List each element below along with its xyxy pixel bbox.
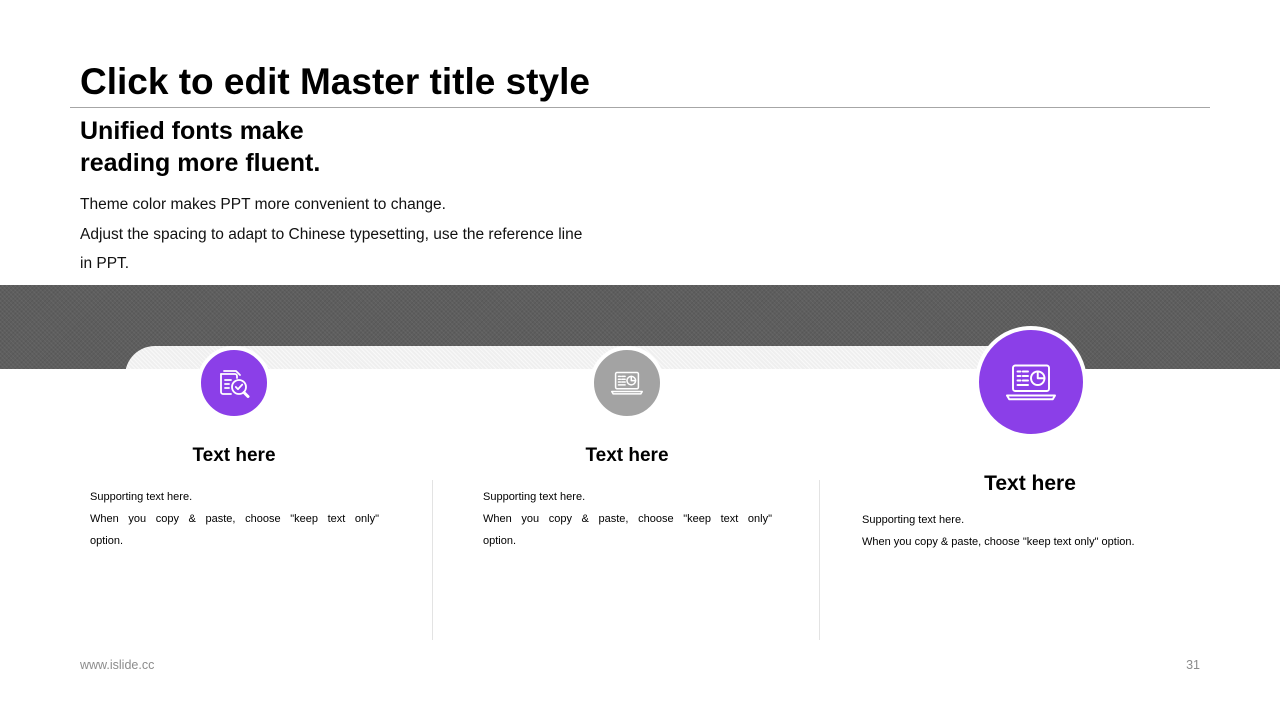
laptop-chart-icon bbox=[1006, 364, 1056, 401]
slide-subtitle: Unified fonts make reading more fluent. bbox=[80, 115, 500, 179]
column-1-title: Text here bbox=[192, 445, 276, 466]
document-search-check-icon bbox=[220, 370, 250, 398]
column-body-line: When you copy & paste, choose "keep text… bbox=[483, 513, 772, 525]
column-3-body: Supporting text here. When you copy & pa… bbox=[862, 509, 1182, 553]
slide-title: Click to edit Master title style bbox=[80, 61, 590, 102]
column-body-line: option. bbox=[483, 535, 517, 547]
slide-body-text: Theme color makes PPT more convenient to… bbox=[80, 190, 620, 279]
subtitle-line: reading more fluent. bbox=[80, 149, 321, 177]
column-body-line: When you copy & paste, choose "keep text… bbox=[862, 536, 1135, 548]
page-number: 31 bbox=[1186, 658, 1200, 672]
subtitle-line: Unified fonts make bbox=[80, 117, 304, 145]
step-1-circle[interactable] bbox=[197, 346, 271, 420]
step-3-circle[interactable] bbox=[975, 326, 1087, 438]
column-body-line: When you copy & paste, choose "keep text… bbox=[90, 513, 379, 525]
column-body-line: Supporting text here. bbox=[862, 514, 965, 526]
body-line: in PPT. bbox=[80, 255, 130, 272]
column-divider bbox=[819, 480, 820, 640]
column-2-body: Supporting text here. When you copy & pa… bbox=[483, 486, 772, 552]
column-body-line: Supporting text here. bbox=[483, 491, 586, 503]
column-2-title: Text here bbox=[585, 445, 669, 466]
column-body-line: Supporting text here. bbox=[90, 491, 193, 503]
title-divider bbox=[70, 107, 1210, 108]
column-body-line: option. bbox=[90, 535, 124, 547]
body-line: Adjust the spacing to adapt to Chinese t… bbox=[80, 225, 583, 243]
column-1-body: Supporting text here. When you copy & pa… bbox=[90, 486, 379, 552]
column-divider bbox=[432, 480, 433, 640]
footer-website: www.islide.cc bbox=[80, 658, 155, 672]
step-2-circle[interactable] bbox=[590, 346, 664, 420]
laptop-chart-icon bbox=[611, 371, 643, 395]
column-3-title: Text here bbox=[984, 472, 1076, 495]
body-line: Theme color makes PPT more convenient to… bbox=[80, 196, 446, 213]
